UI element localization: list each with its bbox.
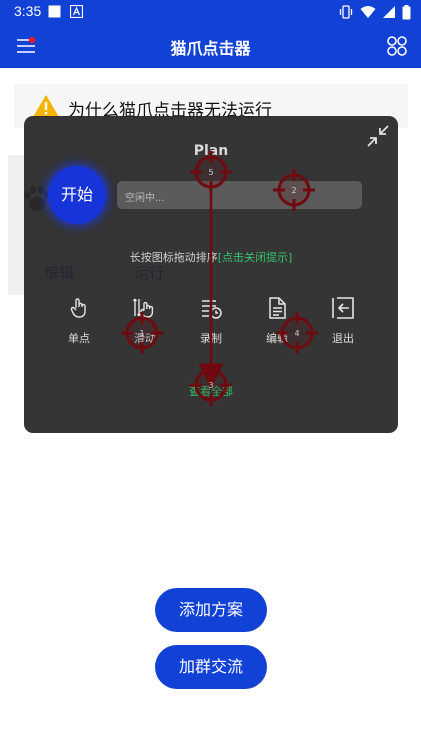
exit-icon — [332, 297, 354, 319]
app-screen: 3:35 猫爪点击器 为什么猫爪点击器无法运行 添加方案 加群交流 Plan 开… — [0, 0, 421, 748]
status-field: 空闲中... — [117, 181, 362, 209]
edit-icon — [269, 297, 286, 319]
record-icon — [202, 300, 222, 319]
tool-edit-label: 编辑 — [266, 332, 288, 345]
floating-control-panel: Plan 开始 空闲中... 长按图标拖动排序[点击关闭提示] 单点 滑动 录制… — [24, 116, 398, 433]
swipe-icon — [133, 298, 154, 318]
app-title: 猫爪点击器 — [170, 39, 251, 58]
app-bar: 猫爪点击器 — [0, 24, 421, 68]
start-button[interactable]: 开始 — [48, 166, 106, 224]
status-bar: 3:35 — [0, 0, 421, 24]
plan-title: Plan — [193, 143, 229, 159]
command-icon[interactable] — [385, 34, 409, 58]
hint-text: 长按图标拖动排序[点击关闭提示] — [24, 249, 398, 265]
tool-edit[interactable]: 编辑 — [252, 296, 302, 346]
battery-icon — [402, 4, 411, 19]
notification-square-icon — [48, 5, 61, 18]
tool-swipe-label: 滑动 — [134, 332, 156, 345]
warning-icon — [33, 95, 59, 117]
status-time: 3:35 — [14, 3, 42, 19]
signal-icon — [383, 6, 395, 18]
tool-record[interactable]: 录制 — [186, 296, 236, 346]
tool-exit[interactable]: 退出 — [318, 296, 368, 346]
tap-icon — [70, 298, 86, 318]
hint-prefix: 长按图标拖动排序 — [129, 251, 218, 264]
wifi-icon — [360, 6, 376, 18]
tool-swipe[interactable]: 滑动 — [120, 296, 170, 346]
join-group-button[interactable]: 加群交流 — [155, 645, 267, 689]
view-all-link[interactable]: 查看全部 — [24, 383, 398, 399]
vibrate-icon — [339, 5, 353, 19]
close-hint-link[interactable]: [点击关闭提示] — [218, 251, 293, 264]
notification-a-icon — [70, 5, 83, 18]
tool-exit-label: 退出 — [332, 332, 354, 345]
status-icons — [338, 4, 411, 20]
tool-tap-label: 单点 — [68, 332, 90, 345]
add-plan-button[interactable]: 添加方案 — [155, 588, 267, 632]
tool-record-label: 录制 — [200, 332, 222, 345]
tool-tap[interactable]: 单点 — [54, 296, 104, 346]
